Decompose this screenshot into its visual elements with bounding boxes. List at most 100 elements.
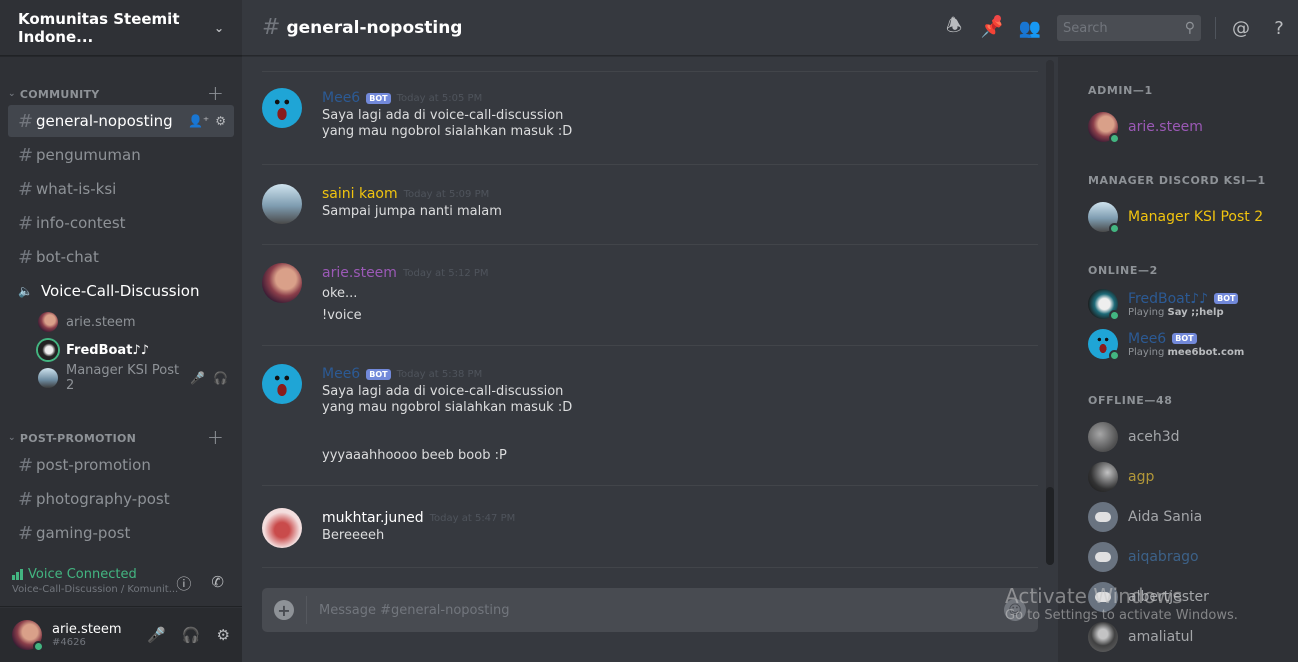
member-item[interactable]: aiqabrago: [1088, 540, 1288, 574]
channel-info-contest[interactable]: # info-contest: [8, 207, 234, 239]
timestamp: Today at 5:12 PM: [402, 267, 489, 279]
member-name: Aida Sania: [1128, 509, 1203, 525]
bell-icon[interactable]: 🕭: [935, 13, 973, 43]
message-divider: [262, 485, 1038, 486]
member-item[interactable]: arie.steem: [1088, 110, 1288, 144]
scrollbar[interactable]: [1046, 60, 1054, 565]
channel-label: info-contest: [36, 214, 126, 232]
voice-user[interactable]: Manager KSI Post 2 🎤 🎧: [38, 363, 228, 393]
help-icon[interactable]: ?: [1260, 18, 1298, 39]
online-status-dot: [33, 641, 44, 652]
message-author[interactable]: saini kaom: [322, 186, 398, 202]
message-author[interactable]: arie.steem: [322, 265, 397, 281]
avatar: [1088, 329, 1120, 361]
voice-user-name: Manager KSI Post 2: [66, 363, 180, 393]
gear-icon[interactable]: ⚙: [217, 626, 230, 644]
voice-channel[interactable]: 🔈 Voice-Call-Discussion: [18, 280, 199, 302]
scrollbar-thumb[interactable]: [1046, 487, 1054, 565]
hash-icon: #: [262, 15, 281, 40]
message-text: Sampai jumpa nanti malam: [322, 204, 502, 219]
member-group-label: ADMIN—1: [1088, 84, 1153, 97]
member-item[interactable]: Mee6 BOT Playing mee6bot.com: [1088, 327, 1288, 361]
voice-channel-label: Voice-Call-Discussion: [40, 282, 200, 300]
avatar[interactable]: [262, 508, 302, 548]
channel-photography-post[interactable]: # photography-post: [8, 483, 234, 515]
server-name: Komunitas Steemit Indone...: [18, 9, 180, 46]
hash-icon: #: [18, 246, 34, 268]
add-attachment-icon[interactable]: +: [274, 600, 294, 620]
hash-icon: #: [18, 454, 34, 476]
emoji-icon[interactable]: ☺: [1004, 599, 1026, 621]
category-post-promotion[interactable]: ⌄ POST-PROMOTION +: [0, 425, 242, 449]
member-item[interactable]: aceh3d: [1088, 420, 1288, 454]
channel-what-is-ksi[interactable]: # what-is-ksi: [8, 173, 234, 205]
channel-title: general-noposting: [286, 17, 463, 38]
member-item[interactable]: FredBoat♪♪ BOT Playing Say ;;help: [1088, 287, 1288, 321]
member-item[interactable]: agp: [1088, 460, 1288, 494]
voice-user-name: arie.steem: [66, 314, 136, 330]
message-author[interactable]: Mee6: [322, 366, 360, 382]
avatar[interactable]: [12, 620, 44, 652]
avatar: [1088, 112, 1120, 144]
mention-icon[interactable]: @: [1222, 18, 1260, 39]
search-placeholder: Search: [1063, 20, 1108, 36]
headphones-deafened-icon: 🎧: [213, 371, 228, 385]
avatar[interactable]: [262, 263, 302, 303]
invite-icon[interactable]: 👤⁺: [188, 114, 209, 128]
avatar[interactable]: [262, 364, 302, 404]
avatar: [1088, 582, 1118, 612]
add-channel-icon[interactable]: +: [207, 81, 224, 105]
search-input[interactable]: Search ⚲: [1057, 15, 1201, 41]
channel-general-noposting[interactable]: # general-noposting 👤⁺ ⚙: [8, 105, 234, 137]
user-tag: #4626: [52, 637, 86, 648]
message-divider: [262, 71, 1038, 72]
voice-connection-panel: Voice Connected Voice-Call-Discussion / …: [0, 557, 242, 607]
member-item[interactable]: albertjester: [1088, 580, 1288, 614]
channel-bot-chat[interactable]: # bot-chat: [8, 241, 234, 273]
timestamp: Today at 5:05 PM: [396, 92, 483, 104]
avatar[interactable]: [262, 184, 302, 224]
headphones-icon[interactable]: 🎧: [182, 626, 201, 644]
info-icon[interactable]: ⓘ: [176, 573, 191, 594]
channel-sidebar: Komunitas Steemit Indone... ⌄ ⌄ COMMUNIT…: [0, 0, 242, 662]
avatar[interactable]: [262, 88, 302, 128]
divider: [1215, 17, 1216, 39]
voice-user-name: FredBoat♪♪: [66, 342, 150, 358]
category-community[interactable]: ⌄ COMMUNITY +: [0, 81, 242, 105]
hash-icon: #: [18, 110, 34, 132]
message-author[interactable]: Mee6: [322, 90, 360, 106]
channel-post-promotion[interactable]: # post-promotion: [8, 449, 234, 481]
channel-pengumuman[interactable]: # pengumuman: [8, 139, 234, 171]
member-name: amaliatul: [1128, 629, 1194, 645]
members-icon[interactable]: 👥: [1011, 18, 1049, 39]
microphone-icon[interactable]: 🎤: [147, 626, 166, 644]
member-item[interactable]: Aida Sania: [1088, 500, 1288, 534]
channel-label: photography-post: [36, 490, 170, 508]
server-header[interactable]: Komunitas Steemit Indone... ⌄: [0, 0, 242, 56]
channel-label: pengumuman: [36, 146, 141, 164]
notification-dot: [994, 14, 1001, 22]
member-item[interactable]: Manager KSI Post 2: [1088, 200, 1288, 234]
message-text: yang mau ngobrol sialahkan masuk :D: [322, 124, 573, 139]
message-text: Saya lagi ada di voice-call-discussion: [322, 108, 564, 123]
message-author[interactable]: mukhtar.juned: [322, 510, 424, 526]
channel-gaming-post[interactable]: # gaming-post: [8, 517, 234, 549]
member-activity: Playing mee6bot.com: [1128, 346, 1245, 358]
avatar: [1088, 622, 1118, 652]
gear-icon[interactable]: ⚙: [215, 114, 226, 128]
add-channel-icon[interactable]: +: [207, 425, 224, 449]
member-activity: Playing Say ;;help: [1128, 306, 1224, 318]
pin-icon[interactable]: 📌: [973, 14, 1011, 39]
chevron-down-icon: ⌄: [213, 20, 224, 35]
disconnect-icon[interactable]: ✆: [211, 573, 224, 594]
message-text: yyyaaahhoooo beeb boob :P: [322, 448, 507, 463]
avatar: [1088, 462, 1118, 492]
avatar: [38, 312, 58, 332]
member-name: FredBoat♪♪: [1128, 290, 1209, 307]
message-composer[interactable]: + Message #general-noposting ☺: [262, 588, 1038, 632]
caret-down-icon: ⌄: [8, 89, 16, 99]
member-item[interactable]: amaliatul: [1088, 620, 1288, 654]
message-input[interactable]: Message #general-noposting: [319, 603, 509, 618]
voice-user[interactable]: arie.steem: [38, 310, 228, 334]
voice-user[interactable]: FredBoat♪♪: [38, 338, 228, 362]
